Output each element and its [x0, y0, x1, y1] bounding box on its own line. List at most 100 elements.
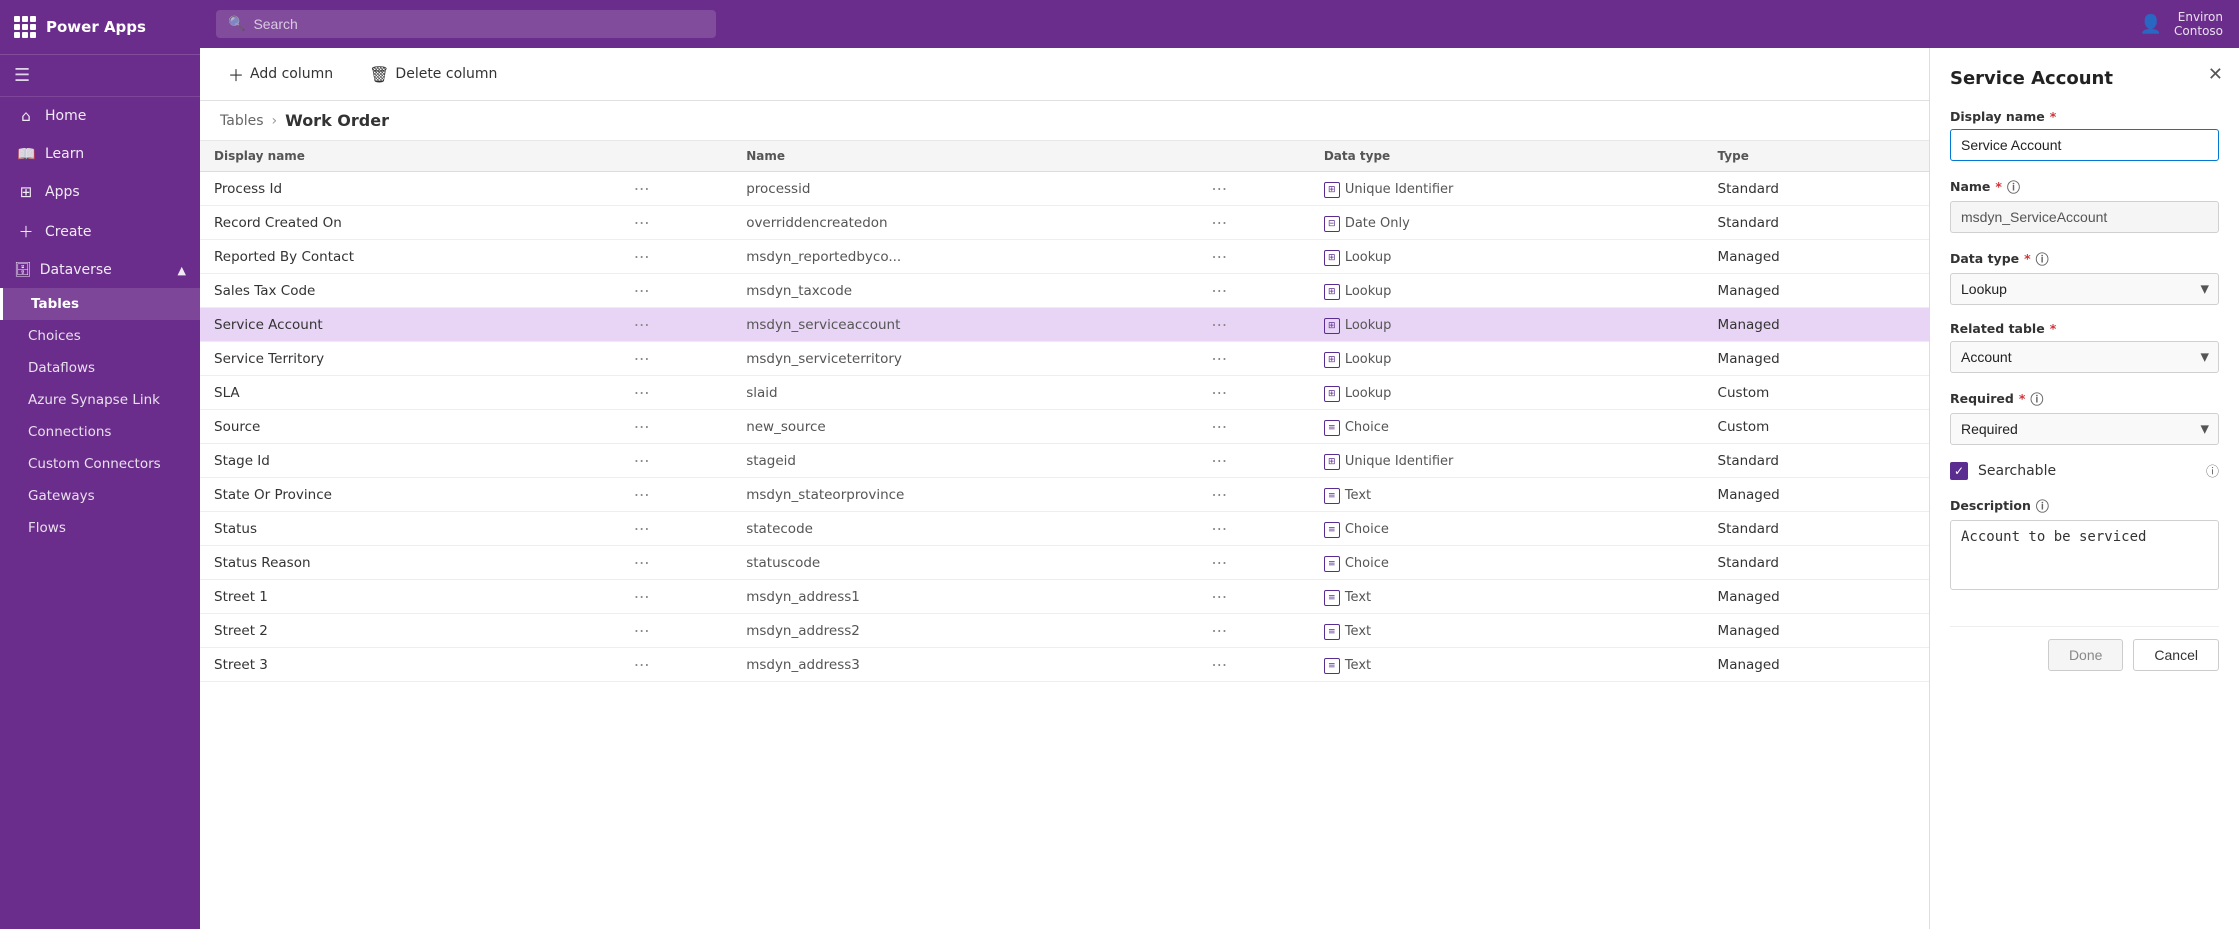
sidebar-item-learn[interactable]: 📖 Learn	[0, 135, 200, 173]
sidebar-item-dataverse[interactable]: 🗄 Dataverse ▲	[0, 252, 200, 288]
cell-dots2[interactable]: ⋯	[1197, 274, 1309, 308]
sidebar-item-azure-synapse[interactable]: Azure Synapse Link	[0, 384, 200, 416]
cell-dots[interactable]: ⋯	[620, 342, 732, 376]
cell-type: Standard	[1704, 512, 1929, 546]
cell-dots2[interactable]: ⋯	[1197, 546, 1309, 580]
display-name-input[interactable]	[1950, 129, 2219, 161]
cell-dots2[interactable]: ⋯	[1197, 376, 1309, 410]
description-textarea[interactable]: Account to be serviced	[1950, 520, 2219, 590]
cell-dots2[interactable]: ⋯	[1197, 240, 1309, 274]
table-row[interactable]: Source ⋯ new_source ⋯ ≡ Choice Custom	[200, 410, 1929, 444]
search-box[interactable]: 🔍	[216, 10, 716, 38]
table-row[interactable]: Process Id ⋯ processid ⋯ ⊞ Unique Identi…	[200, 172, 1929, 206]
add-column-button[interactable]: ＋ Add column	[220, 58, 341, 90]
table-row[interactable]: Reported By Contact ⋯ msdyn_reportedbyco…	[200, 240, 1929, 274]
required-asterisk: *	[2050, 109, 2057, 124]
cell-dots2[interactable]: ⋯	[1197, 206, 1309, 240]
searchable-checkbox[interactable]: ✓	[1950, 462, 1968, 480]
related-table-select-wrapper[interactable]: Account ▼	[1950, 341, 2219, 373]
table-row[interactable]: State Or Province ⋯ msdyn_stateorprovinc…	[200, 478, 1929, 512]
table-row[interactable]: Street 2 ⋯ msdyn_address2 ⋯ ≡ Text Manag…	[200, 614, 1929, 648]
cell-dots2[interactable]: ⋯	[1197, 478, 1309, 512]
sidebar-item-tables-label: Tables	[31, 296, 79, 312]
table-row[interactable]: Service Account ⋯ msdyn_serviceaccount ⋯…	[200, 308, 1929, 342]
sidebar-item-gateways[interactable]: Gateways	[0, 480, 200, 512]
sidebar-item-learn-label: Learn	[45, 146, 84, 162]
sidebar-item-dataflows[interactable]: Dataflows	[0, 352, 200, 384]
cell-dots2[interactable]: ⋯	[1197, 512, 1309, 546]
data-type-field-group: Data type * ⓘ Lookup ▼	[1950, 249, 2219, 305]
panel-close-button[interactable]: ✕	[2208, 64, 2223, 85]
cell-dots[interactable]: ⋯	[620, 580, 732, 614]
description-info-icon[interactable]: ⓘ	[2036, 496, 2049, 515]
table-row[interactable]: Street 1 ⋯ msdyn_address1 ⋯ ≡ Text Manag…	[200, 580, 1929, 614]
cell-dots[interactable]: ⋯	[620, 648, 732, 682]
env-value: Contoso	[2174, 24, 2223, 38]
cell-dots[interactable]: ⋯	[620, 172, 732, 206]
search-input[interactable]	[253, 16, 704, 32]
cell-dots2[interactable]: ⋯	[1197, 580, 1309, 614]
table-row[interactable]: Service Territory ⋯ msdyn_serviceterrito…	[200, 342, 1929, 376]
sidebar-item-tables[interactable]: Tables	[0, 288, 200, 320]
cell-datatype: ⊞ Lookup	[1310, 274, 1704, 308]
sidebar-collapse-btn[interactable]: ☰	[0, 55, 200, 97]
cell-dots[interactable]: ⋯	[620, 512, 732, 546]
cell-dots2[interactable]: ⋯	[1197, 172, 1309, 206]
delete-icon: 🗑	[369, 65, 389, 84]
cell-dots[interactable]: ⋯	[620, 614, 732, 648]
sidebar-item-home[interactable]: ⌂ Home	[0, 97, 200, 135]
cell-dots[interactable]: ⋯	[620, 546, 732, 580]
cell-dots[interactable]: ⋯	[620, 478, 732, 512]
cell-dots2[interactable]: ⋯	[1197, 648, 1309, 682]
required-select-wrapper[interactable]: Required Optional ▼	[1950, 413, 2219, 445]
required-info-icon[interactable]: ⓘ	[2030, 389, 2043, 408]
related-table-select[interactable]: Account	[1950, 341, 2219, 373]
required-select[interactable]: Required Optional	[1950, 413, 2219, 445]
col-header-type: Type	[1704, 141, 1929, 172]
data-type-select-wrapper[interactable]: Lookup ▼	[1950, 273, 2219, 305]
cell-dots[interactable]: ⋯	[620, 444, 732, 478]
cell-dots2[interactable]: ⋯	[1197, 614, 1309, 648]
cell-dots[interactable]: ⋯	[620, 274, 732, 308]
sidebar-item-custom-connectors[interactable]: Custom Connectors	[0, 448, 200, 480]
name-field-group: Name * ⓘ	[1950, 177, 2219, 233]
cell-type: Custom	[1704, 376, 1929, 410]
datatype-icon: ⊞	[1324, 250, 1340, 266]
display-name-field-group: Display name *	[1950, 109, 2219, 161]
data-type-select[interactable]: Lookup	[1950, 273, 2219, 305]
table-row[interactable]: Status Reason ⋯ statuscode ⋯ ≡ Choice St…	[200, 546, 1929, 580]
cell-dots[interactable]: ⋯	[620, 376, 732, 410]
table-row[interactable]: Sales Tax Code ⋯ msdyn_taxcode ⋯ ⊞ Looku…	[200, 274, 1929, 308]
cell-dots[interactable]: ⋯	[620, 240, 732, 274]
data-type-info-icon[interactable]: ⓘ	[2036, 249, 2049, 268]
related-table-label: Related table *	[1950, 321, 2219, 336]
sidebar-item-choices[interactable]: Choices	[0, 320, 200, 352]
cell-displayname: Service Account	[200, 308, 620, 342]
sidebar-item-create[interactable]: ＋ Create	[0, 211, 200, 252]
table-row[interactable]: Record Created On ⋯ overriddencreatedon …	[200, 206, 1929, 240]
table-row[interactable]: Stage Id ⋯ stageid ⋯ ⊞ Unique Identifier…	[200, 444, 1929, 478]
delete-column-button[interactable]: 🗑 Delete column	[361, 61, 505, 88]
cell-dots[interactable]: ⋯	[620, 206, 732, 240]
description-field-group: Description ⓘ Account to be serviced	[1950, 496, 2219, 594]
cell-dots2[interactable]: ⋯	[1197, 308, 1309, 342]
searchable-info-icon[interactable]: ⓘ	[2206, 461, 2219, 480]
app-icon	[14, 16, 36, 38]
table-row[interactable]: Status ⋯ statecode ⋯ ≡ Choice Standard	[200, 512, 1929, 546]
sidebar-item-apps[interactable]: ⊞ Apps	[0, 173, 200, 211]
cell-dots2[interactable]: ⋯	[1197, 342, 1309, 376]
breadcrumb-tables-link[interactable]: Tables	[220, 113, 264, 129]
sidebar-item-connections[interactable]: Connections	[0, 416, 200, 448]
name-required-asterisk: *	[1995, 179, 2002, 194]
breadcrumb: Tables › Work Order	[200, 101, 1929, 141]
cancel-button[interactable]: Cancel	[2133, 639, 2219, 671]
cell-dots2[interactable]: ⋯	[1197, 410, 1309, 444]
table-row[interactable]: Street 3 ⋯ msdyn_address3 ⋯ ≡ Text Manag…	[200, 648, 1929, 682]
sidebar-item-flows[interactable]: Flows	[0, 512, 200, 544]
cell-displayname: Process Id	[200, 172, 620, 206]
table-row[interactable]: SLA ⋯ slaid ⋯ ⊞ Lookup Custom	[200, 376, 1929, 410]
cell-dots2[interactable]: ⋯	[1197, 444, 1309, 478]
name-info-icon[interactable]: ⓘ	[2007, 177, 2020, 196]
cell-dots[interactable]: ⋯	[620, 308, 732, 342]
cell-dots[interactable]: ⋯	[620, 410, 732, 444]
